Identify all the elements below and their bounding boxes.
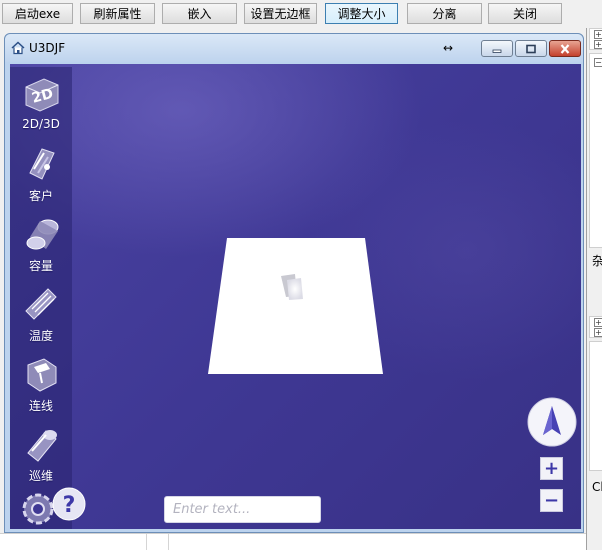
property-category-label: 杂: [592, 254, 602, 268]
sidebar-item-inspection[interactable]: 巡维: [10, 419, 72, 485]
resize-arrows-icon[interactable]: ↔: [443, 41, 453, 55]
window-title: U3DJF: [29, 41, 66, 55]
divider: [146, 534, 147, 550]
expand-icon[interactable]: +: [594, 40, 602, 49]
capacity-icon: [26, 219, 59, 250]
zoom-out-button[interactable]: −: [540, 489, 563, 512]
set-borderless-button[interactable]: 设置无边框: [244, 3, 317, 24]
function-sidebar: 2D 2D/3D 客户 容量 温度 连线 巡维 ?: [10, 67, 86, 529]
2d-3d-icon: 2D: [25, 78, 59, 112]
help-icon[interactable]: ?: [52, 485, 86, 523]
sidebar-item-label: 容量: [28, 259, 53, 273]
close-icon: [560, 43, 570, 54]
launch-exe-button[interactable]: 启动exe: [2, 3, 73, 24]
embed-button[interactable]: 嵌入: [162, 3, 237, 24]
sidebar-item-connection[interactable]: 连线: [10, 349, 72, 415]
sidebar-item-customer[interactable]: 客户: [10, 139, 72, 205]
minimize-button[interactable]: [481, 40, 513, 57]
property-panel: + + − 杂 + + Cl: [586, 28, 602, 550]
resize-button[interactable]: 调整大小: [325, 3, 398, 24]
maximize-icon: [526, 44, 536, 53]
u3d-window: U3DJF ↔ 2D 2D/3D 客户 容量 温度 连线 巡维 ? + − En…: [4, 33, 584, 533]
close-button[interactable]: 关闭: [488, 3, 562, 24]
top-toolbar: 启动exe 刷新属性 嵌入 设置无边框 调整大小 分离 关闭: [0, 0, 602, 28]
sidebar-item-temperature[interactable]: 温度: [10, 279, 72, 345]
svg-text:?: ?: [63, 493, 76, 518]
text-input[interactable]: [164, 496, 321, 523]
expand-icon[interactable]: +: [594, 30, 602, 39]
detach-button[interactable]: 分离: [407, 3, 482, 24]
expand-icon[interactable]: +: [594, 318, 602, 327]
connection-icon: [27, 358, 57, 392]
minimize-icon: [492, 49, 502, 53]
expand-icon[interactable]: +: [594, 328, 602, 337]
sidebar-item-capacity[interactable]: 容量: [10, 209, 72, 275]
property-grid-2: [589, 341, 602, 471]
property-toolbar: + +: [589, 28, 602, 50]
refresh-properties-button[interactable]: 刷新属性: [80, 3, 155, 24]
property-toolbar-2: + +: [589, 316, 602, 338]
sidebar-item-label: 2D/3D: [22, 117, 60, 131]
3d-viewport[interactable]: 2D 2D/3D 客户 容量 温度 连线 巡维 ? + − Enter text…: [10, 64, 581, 529]
compass-arrow-icon[interactable]: [527, 397, 577, 447]
customer-icon: [29, 148, 55, 180]
zoom-in-button[interactable]: +: [540, 457, 563, 480]
divider: [168, 534, 169, 550]
status-strip: [0, 533, 586, 550]
property-description-label: Cl: [592, 480, 602, 494]
maximize-button[interactable]: [515, 40, 547, 57]
temperature-icon: [25, 288, 57, 320]
inspection-icon: [27, 430, 57, 462]
sidebar-item-label: 连线: [28, 399, 53, 413]
home-icon: [11, 41, 25, 55]
sidebar-item-label: 温度: [28, 329, 53, 343]
collapse-icon[interactable]: −: [594, 58, 602, 67]
sidebar-item-label: 巡维: [28, 469, 53, 483]
property-grid: −: [589, 53, 602, 248]
sidebar-item-label: 客户: [28, 189, 53, 203]
sidebar-item-2d-3d[interactable]: 2D 2D/3D: [10, 69, 72, 135]
window-close-button[interactable]: [549, 40, 581, 57]
floor-plane: [208, 238, 383, 374]
window-titlebar[interactable]: U3DJF ↔: [5, 34, 583, 62]
